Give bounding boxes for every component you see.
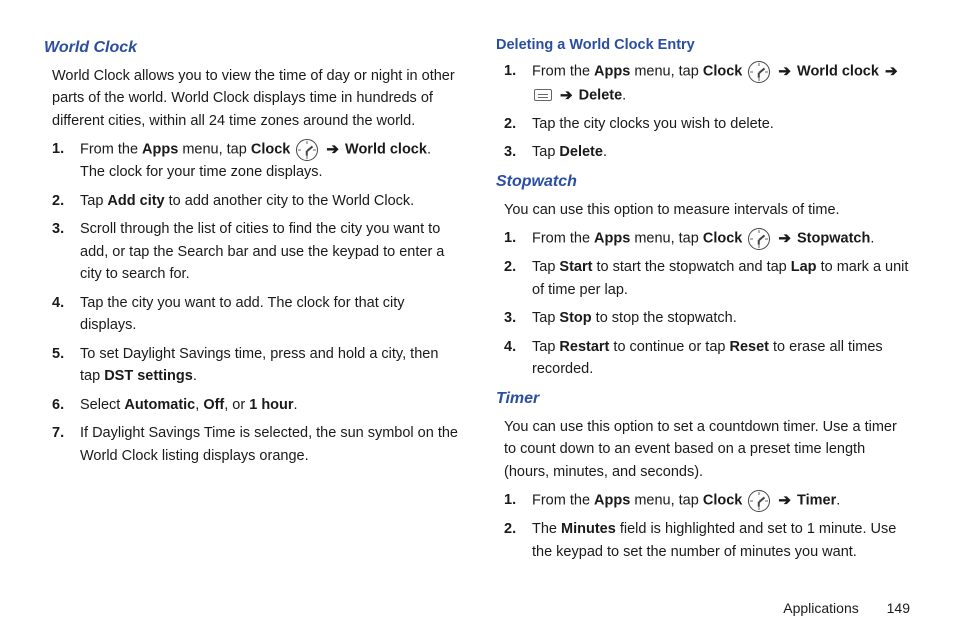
world-clock-intro: World Clock allows you to view the time …: [52, 65, 458, 132]
clock-icon: [296, 139, 318, 161]
step-number: 7.: [52, 422, 80, 467]
step-number: 3.: [504, 141, 532, 163]
page-columns: World Clock World Clock allows you to vi…: [44, 32, 910, 569]
step-body: To set Daylight Savings time, press and …: [80, 343, 458, 388]
arrow-icon: ➔: [885, 63, 898, 80]
clock-icon: [748, 61, 770, 83]
list-item: 1. From the Apps menu, tap Clock ➔ Stopw…: [504, 227, 910, 250]
heading-timer: Timer: [496, 387, 910, 412]
step-body: From the Apps menu, tap Clock ➔ Timer.: [532, 489, 910, 512]
step-body: Tap the city you want to add. The clock …: [80, 292, 458, 337]
arrow-icon: ➔: [326, 141, 339, 158]
step-number: 6.: [52, 394, 80, 416]
step-number: 1.: [52, 138, 80, 184]
list-item: 2. Tap Start to start the stopwatch and …: [504, 256, 910, 301]
list-item: 4. Tap the city you want to add. The clo…: [52, 292, 458, 337]
step-number: 2.: [504, 256, 532, 301]
right-column: Deleting a World Clock Entry 1. From the…: [496, 32, 910, 569]
list-item: 6. Select Automatic, Off, or 1 hour.: [52, 394, 458, 416]
clock-icon: [748, 228, 770, 250]
stopwatch-intro: You can use this option to measure inter…: [504, 199, 910, 221]
arrow-icon: ➔: [778, 63, 791, 80]
step-body: If Daylight Savings Time is selected, th…: [80, 422, 458, 467]
list-item: 3. Scroll through the list of cities to …: [52, 218, 458, 285]
step-number: 1.: [504, 489, 532, 512]
step-number: 4.: [504, 336, 532, 381]
world-clock-steps: 1. From the Apps menu, tap Clock ➔ World…: [52, 138, 458, 467]
page-number: 149: [887, 600, 910, 616]
list-item: 5. To set Daylight Savings time, press a…: [52, 343, 458, 388]
menu-icon: [534, 89, 552, 101]
arrow-icon: ➔: [778, 492, 791, 509]
step-body: The Minutes field is highlighted and set…: [532, 518, 910, 563]
step-body: From the Apps menu, tap Clock ➔ Stopwatc…: [532, 227, 910, 250]
step-number: 1.: [504, 227, 532, 250]
list-item: 3. Tap Stop to stop the stopwatch.: [504, 307, 910, 329]
step-number: 3.: [504, 307, 532, 329]
list-item: 1. From the Apps menu, tap Clock ➔ Timer…: [504, 489, 910, 512]
list-item: 2. Tap Add city to add another city to t…: [52, 190, 458, 212]
step-body: Tap Delete.: [532, 141, 910, 163]
step-body: From the Apps menu, tap Clock ➔ World cl…: [532, 60, 910, 107]
timer-intro: You can use this option to set a countdo…: [504, 416, 910, 483]
left-column: World Clock World Clock allows you to vi…: [44, 32, 458, 569]
list-item: 7. If Daylight Savings Time is selected,…: [52, 422, 458, 467]
step-body: Tap the city clocks you wish to delete.: [532, 113, 910, 135]
list-item: 2. The Minutes field is highlighted and …: [504, 518, 910, 563]
arrow-icon: ➔: [778, 230, 791, 247]
heading-deleting: Deleting a World Clock Entry: [496, 34, 910, 56]
clock-icon: [748, 490, 770, 512]
step-number: 2.: [52, 190, 80, 212]
list-item: 1. From the Apps menu, tap Clock ➔ World…: [52, 138, 458, 184]
step-body: Tap Restart to continue or tap Reset to …: [532, 336, 910, 381]
step-body: Tap Start to start the stopwatch and tap…: [532, 256, 910, 301]
list-item: 1. From the Apps menu, tap Clock ➔ World…: [504, 60, 910, 107]
step-number: 2.: [504, 518, 532, 563]
step-body: Tap Add city to add another city to the …: [80, 190, 458, 212]
timer-steps: 1. From the Apps menu, tap Clock ➔ Timer…: [504, 489, 910, 563]
stopwatch-steps: 1. From the Apps menu, tap Clock ➔ Stopw…: [504, 227, 910, 381]
list-item: 3. Tap Delete.: [504, 141, 910, 163]
step-body: Scroll through the list of cities to fin…: [80, 218, 458, 285]
step-body: Tap Stop to stop the stopwatch.: [532, 307, 910, 329]
step-number: 3.: [52, 218, 80, 285]
step-number: 4.: [52, 292, 80, 337]
list-item: 2. Tap the city clocks you wish to delet…: [504, 113, 910, 135]
step-number: 2.: [504, 113, 532, 135]
step-number: 5.: [52, 343, 80, 388]
step-body: From the Apps menu, tap Clock ➔ World cl…: [80, 138, 458, 184]
heading-stopwatch: Stopwatch: [496, 170, 910, 195]
step-body: Select Automatic, Off, or 1 hour.: [80, 394, 458, 416]
deleting-steps: 1. From the Apps menu, tap Clock ➔ World…: [504, 60, 910, 163]
page-footer: Applications 149: [783, 600, 910, 616]
list-item: 4. Tap Restart to continue or tap Reset …: [504, 336, 910, 381]
heading-world-clock: World Clock: [44, 36, 458, 61]
step-number: 1.: [504, 60, 532, 107]
arrow-icon: ➔: [560, 87, 573, 104]
footer-section: Applications: [783, 600, 859, 616]
